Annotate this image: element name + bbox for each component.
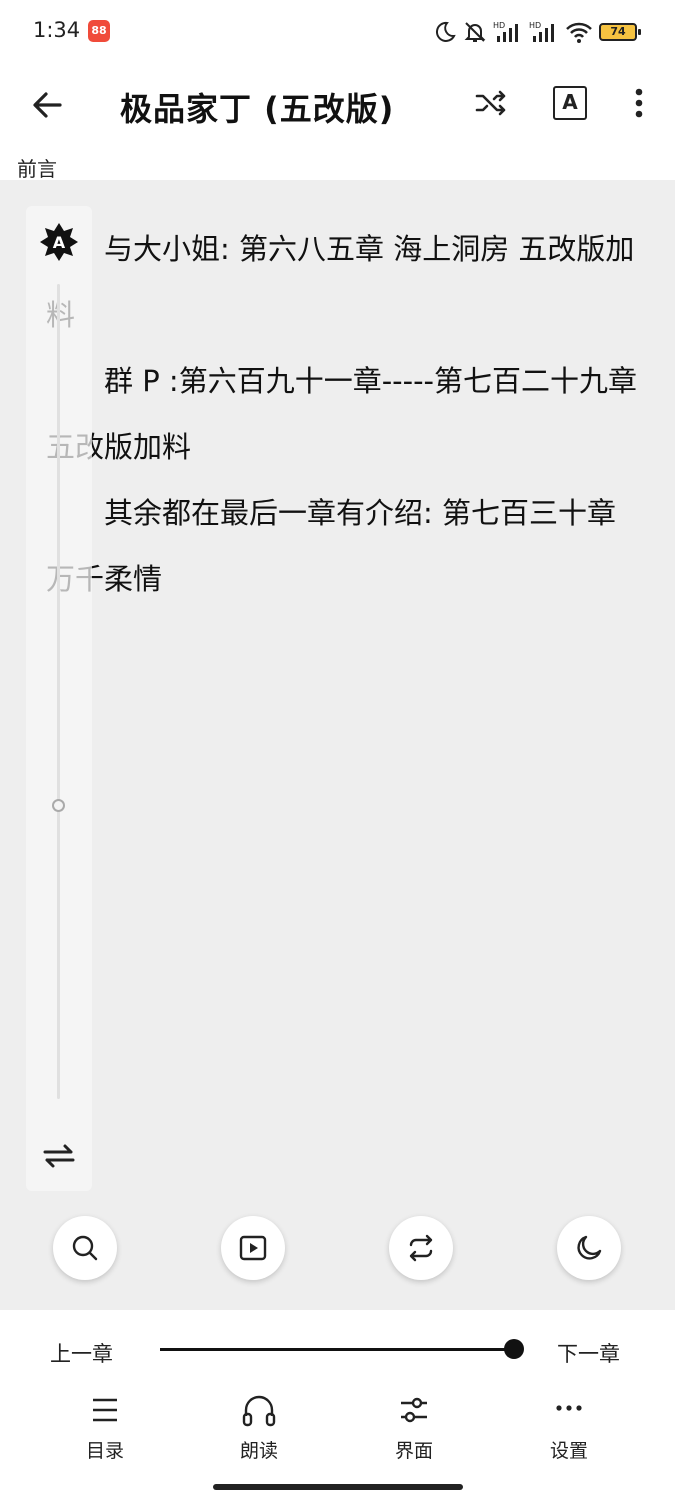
content-paragraph: 其余都在最后一章有介绍: 第七百三十章 万千柔情 bbox=[46, 496, 616, 596]
brightness-panel: A bbox=[26, 206, 92, 1191]
bottom-panel: 上一章 下一章 目录 朗读 界面 设置 bbox=[0, 1310, 675, 1500]
list-icon bbox=[93, 1398, 117, 1422]
search-icon bbox=[72, 1235, 98, 1261]
prev-chapter-button[interactable]: 上一章 bbox=[50, 1338, 113, 1368]
moon-icon bbox=[577, 1235, 602, 1260]
content-paragraph: 与大小姐: 第六八五章 海上洞房 五改版加料 bbox=[46, 232, 635, 332]
nav-item-read-aloud[interactable]: 朗读 bbox=[219, 1390, 299, 1463]
search-button[interactable] bbox=[53, 1216, 117, 1280]
night-mode-button[interactable] bbox=[557, 1216, 621, 1280]
content-paragraph: 群 P :第六百九十一章-----第七百二十九章 五改版加料 bbox=[46, 364, 638, 464]
status-bar: 1:34 88 HD HD 74 bbox=[0, 0, 675, 62]
nav-label: 设置 bbox=[549, 1440, 588, 1462]
svg-text:HD: HD bbox=[493, 21, 505, 30]
headphones-icon bbox=[242, 1395, 276, 1427]
next-chapter-button[interactable]: 下一章 bbox=[557, 1338, 620, 1368]
status-icons: HD HD 74 bbox=[433, 18, 641, 46]
back-arrow-icon[interactable] bbox=[24, 82, 70, 128]
font-style-button[interactable]: A bbox=[553, 86, 587, 120]
nav-label: 目录 bbox=[85, 1440, 124, 1462]
shuffle-icon[interactable] bbox=[470, 82, 512, 124]
app-bar: 极品家丁 (五改版) A bbox=[0, 62, 675, 150]
sliders-icon bbox=[401, 1397, 427, 1423]
replace-button[interactable] bbox=[389, 1216, 453, 1280]
nav-item-catalog[interactable]: 目录 bbox=[65, 1390, 145, 1463]
signal-1-icon: HD bbox=[493, 21, 518, 42]
chapter-progress-track[interactable] bbox=[160, 1348, 514, 1351]
auto-page-button[interactable] bbox=[221, 1216, 285, 1280]
svg-text:HD: HD bbox=[529, 21, 541, 30]
status-time: 1:34 bbox=[33, 18, 81, 42]
reading-area[interactable]: 与大小姐: 第六八五章 海上洞房 五改版加料 群 P :第六百九十一章-----… bbox=[0, 180, 675, 1310]
book-title: 极品家丁 (五改版) bbox=[120, 90, 395, 128]
more-vertical-icon[interactable] bbox=[624, 82, 654, 124]
nav-item-settings[interactable]: 设置 bbox=[529, 1390, 609, 1463]
chapter-title: 前言 bbox=[17, 157, 57, 181]
battery-indicator: 74 bbox=[599, 23, 641, 41]
auto-brightness-icon[interactable]: A bbox=[39, 222, 79, 262]
auto-brightness-letter: A bbox=[53, 233, 66, 252]
home-indicator[interactable] bbox=[213, 1484, 463, 1490]
brightness-slider-thumb[interactable] bbox=[52, 799, 65, 813]
do-not-disturb-icon bbox=[435, 21, 456, 42]
play-square-icon bbox=[239, 1235, 267, 1261]
repeat-icon bbox=[409, 1234, 433, 1262]
mute-bell-icon bbox=[464, 22, 486, 42]
chapter-content: 与大小姐: 第六八五章 海上洞房 五改版加料 群 P :第六百九十一章-----… bbox=[46, 216, 646, 612]
wifi-icon bbox=[566, 22, 592, 43]
nav-label: 界面 bbox=[394, 1440, 433, 1462]
nav-item-interface[interactable]: 界面 bbox=[374, 1390, 454, 1463]
app-notification-icon: 88 bbox=[88, 20, 110, 42]
chapter-progress-thumb[interactable] bbox=[504, 1339, 524, 1359]
brightness-slider-track[interactable] bbox=[57, 284, 60, 1099]
nav-label: 朗读 bbox=[239, 1440, 278, 1462]
more-horizontal-icon bbox=[556, 1405, 582, 1411]
swap-horizontal-icon[interactable] bbox=[41, 1141, 77, 1171]
signal-2-icon: HD bbox=[529, 21, 554, 42]
